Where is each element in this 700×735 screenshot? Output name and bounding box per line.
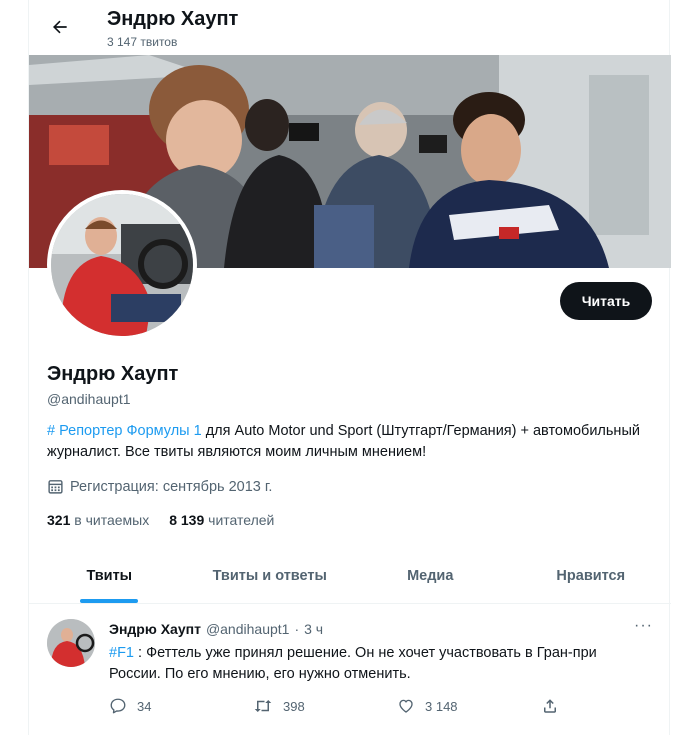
tab-label: Нравится <box>556 567 626 584</box>
like-button[interactable]: 3 148 <box>397 697 541 715</box>
tweet[interactable]: Эндрю Хаупт @andihaupt1 · 3 ч ··· #F1 : … <box>29 605 671 730</box>
heart-icon <box>399 699 413 713</box>
tab-tweets[interactable]: Твиты <box>29 548 190 603</box>
tweet-separator: · <box>294 621 300 637</box>
tweet-time[interactable]: 3 ч <box>304 621 323 637</box>
joined-date: Регистрация: сентябрь 2013 г. <box>47 478 272 495</box>
share-icon <box>544 699 556 713</box>
follow-button[interactable]: Читать <box>560 282 652 320</box>
tweet-avatar[interactable] <box>47 619 95 667</box>
reply-icon <box>110 698 126 714</box>
arrow-left-icon <box>53 20 67 34</box>
header-title: Эндрю Хаупт <box>107 8 239 30</box>
tab-media[interactable]: Медиа <box>350 548 511 603</box>
retweet-count: 398 <box>283 698 305 714</box>
retweet-icon <box>254 700 272 712</box>
tweet-author-name[interactable]: Эндрю Хаупт <box>109 621 201 637</box>
more-dots-icon[interactable]: ··· <box>634 617 653 635</box>
bio-hashtag-link[interactable]: # Репортер Формулы 1 <box>47 423 202 439</box>
profile-bio: # Репортер Формулы 1 для Auto Motor und … <box>47 421 647 463</box>
following-link[interactable]: 321 в читаемых <box>47 512 149 528</box>
tweet-header: Эндрю Хаупт @andihaupt1 · 3 ч <box>109 621 323 637</box>
followers-count: 8 139 <box>169 512 205 528</box>
joined-text: Регистрация: сентябрь 2013 г. <box>70 478 273 495</box>
like-count: 3 148 <box>425 698 458 714</box>
tab-label: Медиа <box>407 567 454 584</box>
back-button[interactable] <box>47 14 73 40</box>
retweet-button[interactable]: 398 <box>253 697 397 715</box>
followers-label: читателей <box>204 512 275 528</box>
profile-avatar[interactable] <box>47 190 197 340</box>
profile-handle: @andihaupt1 <box>47 391 131 407</box>
header-tweet-count: 3 147 твитов <box>107 35 178 49</box>
profile-page: Эндрю Хаупт 3 147 твитов Читать Эндрю Ха… <box>28 0 671 735</box>
tweet-text: #F1 : Феттель уже принял решение. Он не … <box>109 643 649 685</box>
followers-link[interactable]: 8 139 читателей <box>169 512 274 528</box>
tweet-body: : Феттель уже принял решение. Он не хоче… <box>109 645 597 682</box>
reply-button[interactable]: 34 <box>109 697 253 715</box>
profile-name: Эндрю Хаупт <box>47 363 179 385</box>
tweet-actions: 34 398 3 148 <box>109 697 559 715</box>
tab-likes[interactable]: Нравится <box>511 548 672 603</box>
tweet-hashtag-link[interactable]: #F1 <box>109 645 134 661</box>
tab-tweets-and-replies[interactable]: Твиты и ответы <box>190 548 351 603</box>
calendar-icon <box>48 480 63 494</box>
tab-label: Твиты и ответы <box>212 567 327 584</box>
share-button[interactable] <box>541 697 559 715</box>
following-count: 321 <box>47 512 71 528</box>
active-tab-indicator <box>80 599 139 603</box>
reply-count: 34 <box>137 698 152 714</box>
follow-stats: 321 в читаемых 8 139 читателей <box>47 512 274 528</box>
profile-header: Эндрю Хаупт 3 147 твитов <box>29 0 671 54</box>
tab-label: Твиты <box>86 567 133 584</box>
profile-tabs: Твиты Твиты и ответы Медиа Нравится <box>29 548 671 604</box>
tweet-author-handle[interactable]: @andihaupt1 <box>206 621 290 637</box>
following-label: в читаемых <box>70 512 150 528</box>
